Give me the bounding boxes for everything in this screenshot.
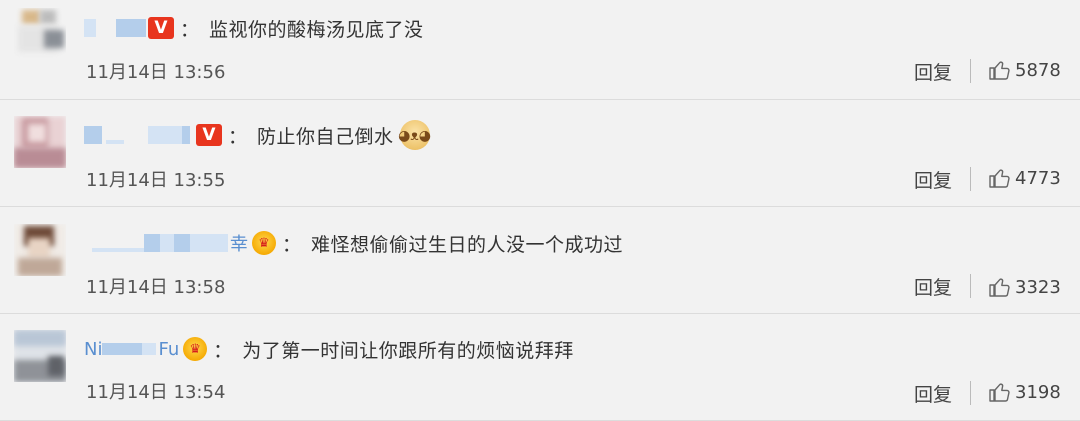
like-button[interactable]: 4773 (988, 166, 1061, 190)
comment-header: 幸 ♛ ： 难怪想偷偷过生日的人没一个成功过 (84, 228, 623, 258)
comment-header: V ： 监视你的酸梅汤见底了没 (84, 13, 424, 43)
colon: ： (228, 125, 248, 148)
like-count: 5878 (1015, 59, 1061, 81)
divider (970, 381, 971, 405)
thumbs-up-icon (989, 169, 1010, 188)
thumbs-up-icon (989, 278, 1010, 297)
colon: ： (213, 339, 233, 362)
like-count: 3198 (1015, 381, 1061, 403)
colon: ： (180, 18, 200, 41)
username-masked[interactable]: Ni Fu (84, 338, 179, 360)
crown-badge-icon: ♛ (252, 231, 276, 255)
comment-text: 防止你自己倒水 (257, 125, 394, 148)
reply-button[interactable]: 回复 (914, 380, 952, 407)
thumbs-up-icon (989, 61, 1010, 80)
comment-header: V ： 防止你自己倒水 ◕ᴥ◕ (84, 120, 431, 150)
avatar[interactable] (14, 224, 66, 276)
like-button[interactable]: 3323 (988, 275, 1061, 299)
username-masked[interactable] (84, 17, 146, 39)
username-masked[interactable]: 幸 (84, 232, 248, 255)
comment-item: Ni Fu ♛ ： 为了第一时间让你跟所有的烦恼说拜拜 11月14日 13:54… (0, 314, 1080, 421)
divider (970, 167, 971, 191)
vip-badge-icon: V (196, 124, 222, 146)
reply-button[interactable]: 回复 (914, 166, 952, 193)
username-fragment: Fu (158, 338, 180, 360)
username-masked[interactable] (84, 124, 194, 146)
thumbs-up-icon (989, 383, 1010, 402)
timestamp: 11月14日 13:56 (86, 62, 226, 83)
comment-item: V ： 防止你自己倒水 ◕ᴥ◕ 11月14日 13:55 回复 4773 (0, 100, 1080, 207)
doge-emoji-icon: ◕ᴥ◕ (398, 120, 431, 150)
avatar[interactable] (14, 116, 66, 168)
reply-button[interactable]: 回复 (914, 273, 952, 300)
reply-button[interactable]: 回复 (914, 58, 952, 85)
comment-text: 监视你的酸梅汤见底了没 (209, 18, 424, 41)
divider (970, 59, 971, 83)
avatar[interactable] (14, 8, 66, 60)
comment-item: 幸 ♛ ： 难怪想偷偷过生日的人没一个成功过 11月14日 13:58 回复 3… (0, 207, 1080, 314)
divider (970, 274, 971, 298)
username-fragment: 幸 (230, 234, 248, 255)
comment-item: V ： 监视你的酸梅汤见底了没 11月14日 13:56 回复 5878 (0, 0, 1080, 100)
username-fragment: Ni (84, 338, 103, 360)
colon: ： (282, 233, 302, 256)
timestamp: 11月14日 13:58 (86, 277, 226, 298)
vip-badge-icon: V (148, 17, 174, 39)
like-button[interactable]: 3198 (988, 380, 1061, 404)
comment-header: Ni Fu ♛ ： 为了第一时间让你跟所有的烦恼说拜拜 (84, 334, 574, 364)
comment-text: 为了第一时间让你跟所有的烦恼说拜拜 (242, 339, 574, 362)
avatar[interactable] (14, 330, 66, 382)
crown-badge-icon: ♛ (183, 337, 208, 361)
comment-text: 难怪想偷偷过生日的人没一个成功过 (311, 233, 624, 256)
timestamp: 11月14日 13:54 (86, 382, 226, 403)
timestamp: 11月14日 13:55 (86, 170, 226, 191)
like-count: 4773 (1015, 167, 1061, 189)
like-count: 3323 (1015, 276, 1061, 298)
like-button[interactable]: 5878 (988, 58, 1061, 82)
